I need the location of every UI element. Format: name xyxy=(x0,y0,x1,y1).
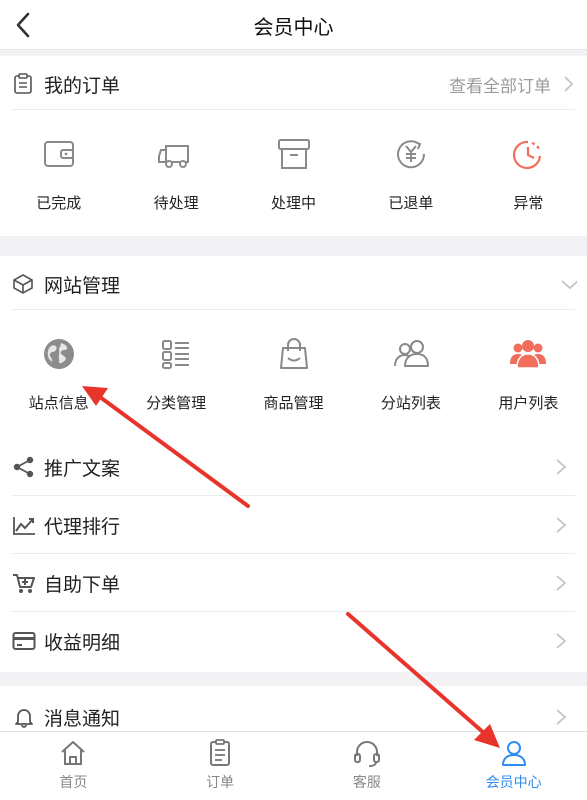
category-list-icon xyxy=(162,340,190,369)
menu-label: 推广文案 xyxy=(44,458,121,480)
order-status-label: 异常 xyxy=(513,194,544,212)
menu-earnings-detail[interactable]: 收益明细 xyxy=(12,612,575,670)
order-status-label: 已退单 xyxy=(388,194,434,212)
substation-list-item[interactable]: 分站列表 xyxy=(352,312,469,436)
notification-card: 消息通知 xyxy=(0,686,587,731)
site-management-header[interactable]: 网站管理 xyxy=(12,256,577,310)
site-tool-label: 站点信息 xyxy=(28,394,89,412)
view-all-orders-link[interactable]: 查看全部订单 xyxy=(449,72,551,97)
tab-home[interactable]: 首页 xyxy=(0,732,147,800)
clock-alert-icon xyxy=(513,140,542,170)
chevron-right-icon xyxy=(564,76,574,92)
user-icon xyxy=(501,741,526,766)
order-status-label: 已完成 xyxy=(36,194,82,212)
site-management-card: 网站管理 站点信息 分类管理 商品管理 分站列表 用户列表 推广文案 代理排行 … xyxy=(0,256,587,672)
tab-label: 会员中心 xyxy=(485,775,542,791)
chevron-down-icon xyxy=(561,280,577,290)
menu-agent-ranking[interactable]: 代理排行 xyxy=(12,496,575,554)
tab-customer-service[interactable]: 客服 xyxy=(294,732,441,800)
tab-label: 首页 xyxy=(59,775,88,791)
order-status-label: 处理中 xyxy=(271,194,317,212)
page-title: 会员中心 xyxy=(253,15,334,39)
tab-label: 客服 xyxy=(352,775,381,791)
clipboard-icon xyxy=(14,73,32,94)
order-status-abnormal[interactable]: 异常 xyxy=(470,112,587,236)
order-list-icon xyxy=(210,739,231,766)
cube-icon xyxy=(13,274,33,294)
chevron-right-icon xyxy=(556,517,567,533)
menu-self-order[interactable]: 自助下单 xyxy=(12,554,575,612)
chevron-right-icon xyxy=(556,575,567,591)
shopping-bag-icon xyxy=(279,338,308,369)
orders-card: 我的订单 查看全部订单 已完成 待处理 处理中 已退单 异常 xyxy=(0,56,587,236)
home-icon xyxy=(61,741,86,765)
site-tool-label: 用户列表 xyxy=(498,394,559,412)
menu-label: 消息通知 xyxy=(44,708,121,730)
site-tool-label: 分站列表 xyxy=(380,394,441,412)
headset-icon xyxy=(353,741,380,767)
site-tools-grid: 站点信息 分类管理 商品管理 分站列表 用户列表 xyxy=(0,312,587,436)
site-tool-label: 分类管理 xyxy=(146,394,207,412)
site-tool-label: 商品管理 xyxy=(263,394,324,412)
site-management-title: 网站管理 xyxy=(44,275,121,297)
tab-member-center[interactable]: 会员中心 xyxy=(440,732,587,800)
bell-icon xyxy=(15,709,33,728)
truck-icon xyxy=(158,145,190,168)
category-management-item[interactable]: 分类管理 xyxy=(117,312,234,436)
users-filled-icon xyxy=(510,340,547,369)
product-management-item[interactable]: 商品管理 xyxy=(235,312,352,436)
order-status-processing[interactable]: 处理中 xyxy=(235,112,352,236)
user-list-item[interactable]: 用户列表 xyxy=(470,312,587,436)
tab-orders[interactable]: 订单 xyxy=(147,732,294,800)
menu-label: 收益明细 xyxy=(44,632,121,654)
top-navigation-bar: 会员中心 xyxy=(0,0,587,50)
tab-label: 订单 xyxy=(206,775,235,791)
bottom-tab-bar: 首页 订单 客服 会员中心 xyxy=(0,731,587,800)
menu-notifications[interactable]: 消息通知 xyxy=(12,686,575,731)
order-status-pending[interactable]: 待处理 xyxy=(117,112,234,236)
menu-label: 代理排行 xyxy=(44,516,121,538)
trend-chart-icon xyxy=(13,517,35,535)
chevron-right-icon xyxy=(556,709,567,725)
order-status-completed[interactable]: 已完成 xyxy=(0,112,117,236)
order-status-grid: 已完成 待处理 处理中 已退单 异常 xyxy=(0,112,587,236)
menu-label: 自助下单 xyxy=(44,574,121,596)
share-icon xyxy=(13,456,34,478)
site-info-item[interactable]: 站点信息 xyxy=(0,312,117,436)
orders-title: 我的订单 xyxy=(44,75,121,97)
globe-icon xyxy=(43,339,74,369)
chevron-right-icon xyxy=(556,459,567,475)
archive-box-icon xyxy=(277,139,310,169)
credit-card-icon xyxy=(12,632,36,650)
cart-add-icon xyxy=(13,574,35,593)
wallet-icon xyxy=(43,141,74,167)
order-status-refunded[interactable]: 已退单 xyxy=(352,112,469,236)
yen-refund-icon xyxy=(396,140,425,169)
users-outline-icon xyxy=(393,340,429,367)
chevron-right-icon xyxy=(556,633,567,649)
orders-header[interactable]: 我的订单 查看全部订单 xyxy=(12,56,575,110)
order-status-label: 待处理 xyxy=(153,194,199,212)
menu-promotion-copy[interactable]: 推广文案 xyxy=(12,438,575,496)
